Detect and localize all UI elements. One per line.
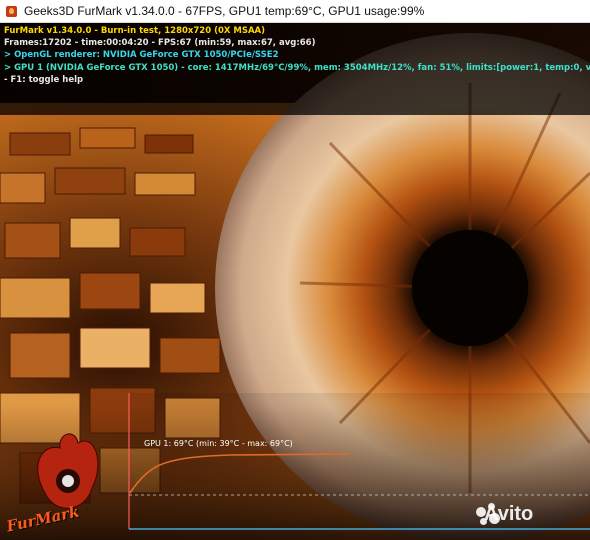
hud-help-hint: - F1: toggle help	[4, 74, 84, 85]
hud-title: FurMark v1.34.0.0 - Burn-in test, 1280x7…	[4, 26, 266, 36]
hud-gpu-stats: > GPU 1 (NVIDIA GeForce GTX 1050) - core…	[4, 62, 590, 73]
furmark-app-icon[interactable]	[6, 5, 17, 17]
avito-watermark: Avito	[484, 503, 534, 525]
eye-pupil	[412, 230, 528, 346]
render-viewport: FurMark v1.34.0.0 - Burn-in test, 1280x7…	[0, 23, 590, 540]
hud-frames: Frames:17202 - time:00:04:20 - FPS:67 (m…	[4, 38, 316, 49]
hud-info-panel: FurMark v1.34.0.0 - Burn-in test, 1280x7…	[4, 25, 590, 86]
window-title: Geeks3D FurMark v1.34.0.0 - 67FPS, GPU1 …	[24, 4, 425, 18]
furmark-window: Geeks3D FurMark v1.34.0.0 - 67FPS, GPU1 …	[0, 0, 590, 540]
graph-label: GPU 1: 69°C (min: 39°C - max: 69°C)	[144, 439, 293, 448]
hud-renderer: > OpenGL renderer: NVIDIA GeForce GTX 10…	[4, 50, 279, 61]
title-bar[interactable]: Geeks3D FurMark v1.34.0.0 - 67FPS, GPU1 …	[0, 0, 590, 23]
